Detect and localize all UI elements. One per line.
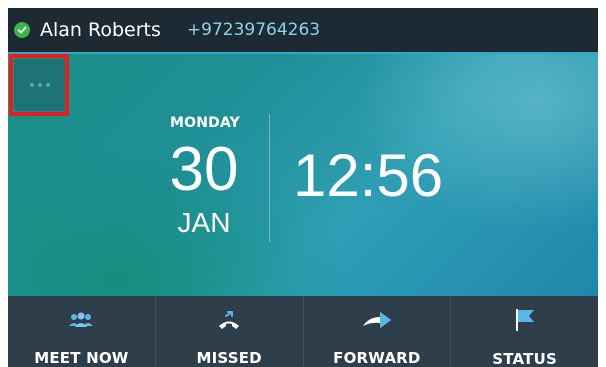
forward-arrow-icon xyxy=(361,308,393,331)
day-number: 30 xyxy=(169,135,239,204)
meet-now-button[interactable]: MEET NOW xyxy=(8,296,155,367)
status-button[interactable]: STATUS xyxy=(450,296,598,367)
softkey-label: FORWARD xyxy=(333,349,421,367)
user-phone-number: +97239764263 xyxy=(186,20,321,40)
softkey-label: MISSED xyxy=(196,349,262,367)
home-wallpaper: MONDAY 30 JAN 12:56 xyxy=(8,54,598,296)
date-time-divider xyxy=(269,114,270,242)
user-name: Alan Roberts xyxy=(40,19,161,41)
highlight-box xyxy=(9,54,69,116)
softkey-bar: MEET NOW MISSED FORWARD STATUS xyxy=(8,296,598,367)
phone-screen: Alan Roberts +97239764263 MONDAY 30 JAN … xyxy=(8,8,598,367)
check-icon xyxy=(17,26,27,34)
presence-status-icon xyxy=(14,22,30,38)
missed-button[interactable]: MISSED xyxy=(154,296,303,367)
missed-call-icon xyxy=(217,308,241,331)
day-name: MONDAY xyxy=(170,115,241,131)
clock-time: 12:56 xyxy=(293,142,444,209)
softkey-label: MEET NOW xyxy=(34,349,129,367)
people-icon xyxy=(68,308,94,331)
flag-icon xyxy=(514,308,536,332)
month-label: JAN xyxy=(177,207,231,238)
forward-button[interactable]: FORWARD xyxy=(302,296,451,367)
softkey-label: STATUS xyxy=(492,350,557,367)
status-bar: Alan Roberts +97239764263 xyxy=(8,8,598,54)
